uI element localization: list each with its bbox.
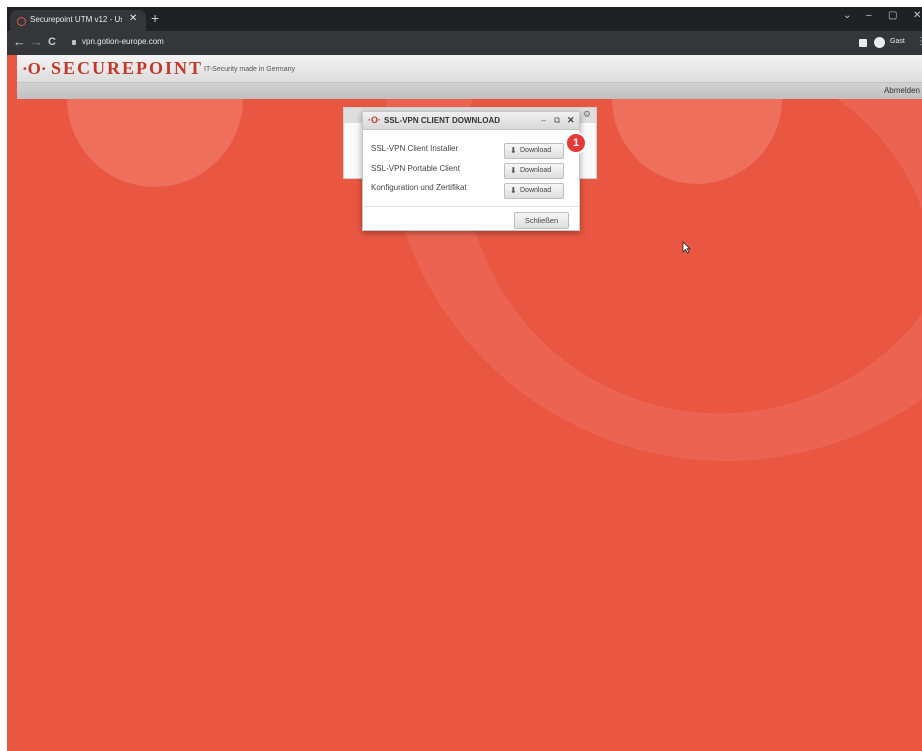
dialog-close-icon[interactable]: ✕ [567,115,575,126]
dialog-logo-icon: ·O· [368,115,381,125]
brand-name: SECUREPOINT [51,58,204,78]
schliessen-button[interactable]: Schließen [514,212,569,229]
new-tab-icon[interactable]: + [151,10,159,26]
tab-strip: Securepoint UTM v12 - User Inte ✕ + ⌄ – … [7,7,922,31]
profile-avatar-icon[interactable] [874,37,885,48]
download-portable-client-button[interactable]: ⬇ Download [504,163,564,179]
download-label: Download [520,187,552,194]
dialog-divider [363,206,579,207]
app-header: ·O· SECUREPOINT IT-Security made in Germ… [17,55,922,83]
config-certificate-label: Konfiguration und Zertifikat [371,183,467,192]
tab-search-chevron-icon[interactable]: ⌄ [843,10,851,21]
more-menu-icon[interactable]: ⋮ [916,36,922,47]
portable-client-label: SSL-VPN Portable Client [371,164,460,173]
reload-icon[interactable]: C [48,36,56,48]
profile-label[interactable]: Gast [890,38,905,45]
tab-close-icon[interactable]: ✕ [129,13,137,24]
dialog-header: ·O· SSL-VPN CLIENT DOWNLOAD – ⧉ ✕ [363,112,579,130]
tab-title: Securepoint UTM v12 - User Inte [30,15,122,24]
securepoint-logo-icon: ·O· [22,59,47,78]
browser-toolbar: ← → C vpn.gotion-europe.com Gast ⋮ [7,31,922,55]
logout-link[interactable]: Abmelden [884,86,920,95]
download-client-installer-button[interactable]: ⬇ Download [504,143,564,159]
client-installer-label: SSL-VPN Client Installer [371,144,459,153]
minimize-icon[interactable]: – [866,10,872,21]
dialog-popout-icon[interactable]: ⧉ [554,115,560,126]
close-window-icon[interactable]: ✕ [913,10,921,21]
maximize-icon[interactable]: ▢ [888,10,897,21]
back-icon[interactable]: ← [13,34,26,49]
app-menubar: Abmelden [17,83,922,99]
address-bar[interactable]: vpn.gotion-europe.com [64,35,854,51]
browser-tab[interactable]: Securepoint UTM v12 - User Inte ✕ [10,10,146,31]
download-config-certificate-button[interactable]: ⬇ Download [504,183,564,199]
download-label: Download [520,167,552,174]
mouse-cursor-icon [682,241,691,254]
browser-window: Securepoint UTM v12 - User Inte ✕ + ⌄ – … [7,7,922,751]
dialog-title: SSL-VPN CLIENT DOWNLOAD [384,116,500,125]
download-icon: ⬇ [510,146,517,155]
annotation-badge: 1 [565,132,587,154]
download-label: Download [520,147,552,154]
lock-icon [72,40,76,45]
download-icon: ⬇ [510,186,517,195]
forward-icon[interactable]: → [30,34,43,49]
tagline: IT-Security made in Germany [204,66,296,73]
gear-icon[interactable]: ⚙ [583,109,591,120]
ssl-vpn-download-dialog: ·O· SSL-VPN CLIENT DOWNLOAD – ⧉ ✕ SSL-VP… [362,111,580,231]
side-panel-icon[interactable] [859,39,867,47]
dialog-minimize-icon[interactable]: – [541,115,546,125]
url-text: vpn.gotion-europe.com [82,37,164,46]
securepoint-favicon-icon [17,17,26,26]
download-icon: ⬇ [510,166,517,175]
